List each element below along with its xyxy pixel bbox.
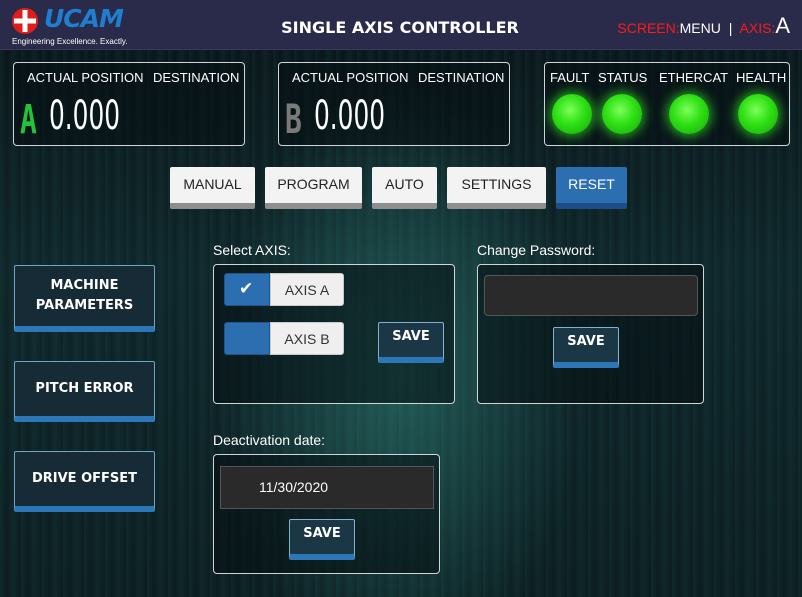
destination-label: DESTINATION — [153, 70, 240, 85]
tab-reset[interactable]: RESET — [556, 167, 627, 209]
status-label: STATUS — [598, 70, 648, 85]
fault-indicator-led — [552, 94, 592, 134]
machine-parameters-button[interactable]: MACHINE PARAMETERS — [14, 265, 155, 332]
ethercat-indicator-led — [669, 94, 709, 134]
header-bar: UCAM Engineering Excellence. Exactly. SI… — [0, 0, 802, 50]
select-axis-heading: Select AXIS: — [213, 242, 291, 258]
tab-auto[interactable]: AUTO — [372, 167, 437, 209]
drive-offset-button[interactable]: DRIVE OFFSET — [14, 451, 155, 512]
axis-value: A — [775, 13, 790, 38]
status-panel: FAULT STATUS ETHERCAT HEALTH — [544, 62, 790, 146]
change-password-panel: SAVE — [477, 264, 704, 404]
ucam-logo: UCAM Engineering Excellence. Exactly. — [10, 4, 140, 46]
axis-a-option[interactable]: ✔ AXIS A — [214, 273, 354, 306]
ethercat-label: ETHERCAT — [659, 70, 729, 85]
password-input[interactable] — [484, 275, 698, 316]
fault-label: FAULT — [550, 70, 590, 85]
deactivation-date-panel: 11/30/2020 SAVE — [213, 454, 440, 574]
axis-a-checkbox[interactable]: ✔ — [224, 273, 270, 306]
axis-a-option-label[interactable]: AXIS A — [270, 273, 344, 306]
actual-position-label: ACTUAL POSITION — [27, 70, 144, 85]
change-password-heading: Change Password: — [477, 242, 596, 258]
deactivation-date-heading: Deactivation date: — [213, 432, 326, 448]
axis-b-checkbox[interactable] — [224, 322, 270, 355]
app-title: SINGLE AXIS CONTROLLER — [281, 18, 519, 37]
destination-label: DESTINATION — [418, 70, 505, 85]
tab-settings[interactable]: SETTINGS — [447, 167, 546, 209]
actual-position-label: ACTUAL POSITION — [292, 70, 409, 85]
health-indicator-led — [738, 94, 778, 134]
logo-wordmark: UCAM — [44, 4, 124, 33]
axis-a-position-panel: ACTUAL POSITION DESTINATION A 0.000 — [13, 62, 245, 146]
logo-tagline: Engineering Excellence. Exactly. — [12, 37, 128, 46]
axis-b-option-label[interactable]: AXIS B — [270, 322, 344, 355]
checkmark-icon: ✔ — [239, 279, 254, 298]
tab-manual[interactable]: MANUAL — [170, 167, 255, 209]
screen-label: SCREEN: — [617, 20, 680, 36]
deactivation-date-input[interactable]: 11/30/2020 — [220, 466, 434, 509]
health-label: HEALTH — [736, 70, 787, 85]
deactivation-save-button[interactable]: SAVE — [289, 519, 355, 560]
ucam-logo-icon — [12, 8, 38, 34]
axis-b-option[interactable]: AXIS B — [214, 322, 354, 355]
axis-b-position-panel: ACTUAL POSITION DESTINATION B 0.000 — [278, 62, 510, 146]
separator: | — [728, 20, 733, 36]
pitch-error-button[interactable]: PITCH ERROR — [14, 361, 155, 422]
status-indicator-led — [602, 94, 642, 134]
axis-label: AXIS: — [739, 20, 776, 36]
axis-a-letter: A — [20, 97, 37, 143]
select-axis-save-button[interactable]: SAVE — [378, 322, 444, 363]
axis-b-letter: B — [285, 97, 302, 143]
select-axis-panel: ✔ AXIS A AXIS B SAVE — [213, 264, 455, 404]
axis-b-actual-value: 0.000 — [314, 93, 385, 139]
screen-value: MENU — [679, 20, 721, 36]
screen-info: SCREEN:MENU | AXIS:A — [617, 13, 790, 39]
password-save-button[interactable]: SAVE — [553, 327, 619, 368]
tab-program[interactable]: PROGRAM — [265, 167, 362, 209]
axis-a-actual-value: 0.000 — [49, 93, 120, 139]
